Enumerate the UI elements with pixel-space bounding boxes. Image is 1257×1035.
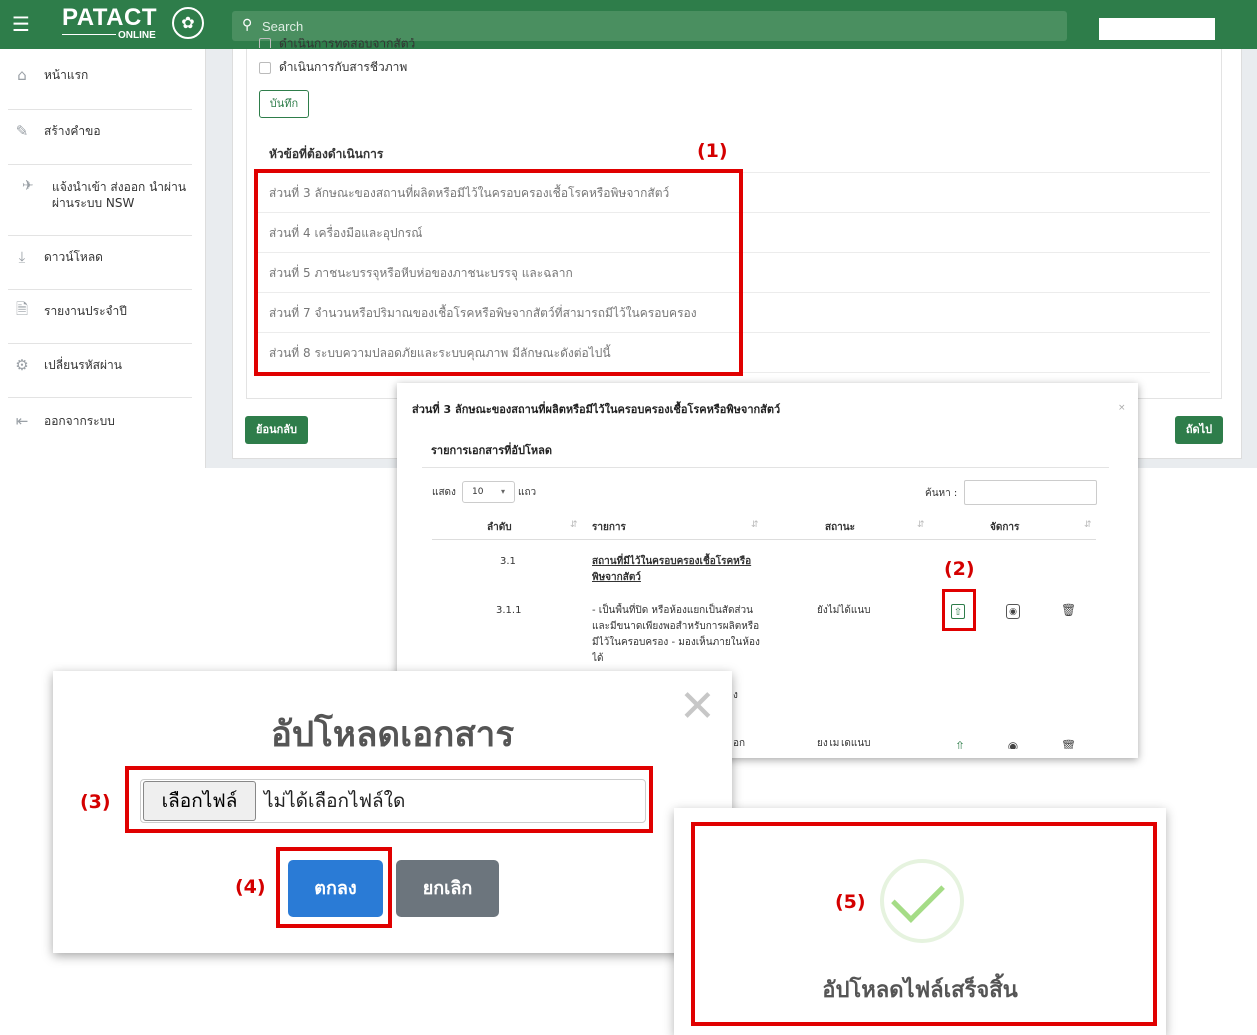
- annotation-label-2: (2): [944, 558, 975, 580]
- sidebar: ⌂ หน้าแรก ✎ สร้างคำขอ ✈ แจ้งนำเข้า ส่งออ…: [0, 49, 206, 468]
- table-cell-partial: ง: [733, 690, 738, 701]
- column-header-item[interactable]: รายการ: [592, 520, 626, 535]
- download-icon: ⤓: [18, 248, 26, 266]
- table-cell-item: - เป็นพื้นที่ปิด หรือห้องแยกเป็นสัดส่วน …: [592, 605, 760, 664]
- gears-icon: ⚙: [15, 356, 29, 374]
- search-icon: ⚲: [242, 17, 253, 33]
- ok-button[interactable]: ตกลง: [288, 860, 383, 917]
- view-eye-icon[interactable]: ◉: [1006, 739, 1020, 749]
- table-cell-status: ยังไม่ได้แนบ: [817, 605, 871, 616]
- app-logo[interactable]: PATACT: [62, 4, 157, 32]
- sidebar-item-label: ดาวน์โหลด: [44, 249, 103, 264]
- checkbox[interactable]: [259, 38, 271, 48]
- sort-icon[interactable]: ⇵: [570, 520, 578, 530]
- no-file-selected-text: ไม่ได้เลือกไฟล์ใด: [264, 790, 406, 812]
- sidebar-divider: [8, 235, 192, 236]
- search-input[interactable]: [262, 15, 1042, 37]
- sort-icon[interactable]: ⇵: [751, 520, 759, 530]
- sort-icon[interactable]: ⇵: [917, 520, 925, 530]
- sidebar-item-change-password[interactable]: ⚙ เปลี่ยนรหัสผ่าน: [0, 353, 206, 377]
- sidebar-item-label: ออกจากระบบ: [44, 413, 115, 428]
- view-eye-icon[interactable]: ◉: [1006, 604, 1020, 619]
- annotation-label-4: (4): [235, 876, 266, 898]
- annotation-label-5: (5): [835, 891, 866, 913]
- sidebar-divider: [8, 397, 192, 398]
- sidebar-item-nsw[interactable]: ✈ แจ้งนำเข้า ส่งออก นำผ่าน ผ่านระบบ NSW: [0, 177, 206, 213]
- sidebar-item-logout[interactable]: ⇤ ออกจากระบบ: [0, 409, 206, 433]
- sidebar-item-label: เปลี่ยนรหัสผ่าน: [44, 357, 122, 372]
- sidebar-item-label: หน้าแรก: [44, 67, 89, 82]
- user-name-box[interactable]: [1099, 18, 1215, 40]
- topic-link-part-3[interactable]: ส่วนที่ 3 ลักษณะของสถานที่ผลิตหรือมีไว้ใ…: [258, 173, 1210, 213]
- checkbox-partial-row[interactable]: ดำเนินการทดสอบจากสัตว์: [259, 38, 415, 48]
- sidebar-item-download[interactable]: ⤓ ดาวน์โหลด: [0, 245, 206, 269]
- close-icon[interactable]: ×: [1118, 403, 1126, 413]
- hamburger-icon[interactable]: ☰: [12, 14, 30, 34]
- sidebar-item-create-request[interactable]: ✎ สร้างคำขอ: [0, 119, 206, 143]
- table-cell-no: 3.1: [500, 556, 516, 567]
- topics-heading: หัวข้อที่ต้องดำเนินการ: [269, 147, 384, 161]
- uploaded-documents-heading: รายการเอกสารที่อัปโหลด: [431, 444, 552, 457]
- logo-underline: [62, 34, 116, 35]
- next-button[interactable]: ถัดไป: [1175, 416, 1223, 444]
- logo-subtitle: ONLINE: [118, 30, 156, 41]
- cancel-button[interactable]: ยกเลิก: [396, 860, 499, 917]
- search-label: ค้นหา :: [925, 488, 958, 499]
- pencil-icon: ✎: [15, 122, 29, 140]
- sidebar-divider: [8, 343, 192, 344]
- topic-link-part-8[interactable]: ส่วนที่ 8 ระบบความปลอดภัยและระบบคุณภาพ ม…: [258, 333, 1210, 373]
- table-search-input[interactable]: [964, 480, 1097, 505]
- top-navbar: ☰ PATACT ONLINE ✿ ⚲: [0, 0, 1257, 49]
- column-header-no[interactable]: ลำดับ: [487, 520, 512, 535]
- divider: [422, 467, 1109, 468]
- home-icon: ⌂: [17, 66, 27, 84]
- table-cell-item-link[interactable]: สถานที่มีไว้ในครอบครองเชื้อโรคหรือพิษจาก…: [592, 554, 752, 586]
- sidebar-item-label: สร้างคำขอ: [44, 123, 101, 138]
- sidebar-item-home[interactable]: ⌂ หน้าแรก: [0, 63, 206, 87]
- sidebar-item-label: รายงานประจำปี: [44, 303, 127, 318]
- annotation-label-3: (3): [80, 791, 111, 813]
- rows-label: แถว: [518, 487, 537, 498]
- sidebar-divider: [8, 164, 192, 165]
- column-header-actions[interactable]: จัดการ: [990, 520, 1019, 535]
- topic-link-part-5[interactable]: ส่วนที่ 5 ภาชนะบรรจุหรือหีบห่อของภาชนะบร…: [258, 253, 1210, 293]
- modal-title: ส่วนที่ 3 ลักษณะของสถานที่ผลิตหรือมีไว้ใ…: [412, 403, 781, 416]
- search-bar[interactable]: ⚲: [232, 11, 1067, 41]
- trash-icon[interactable]: 🗑: [1061, 603, 1076, 618]
- table-cell-partial: อก: [733, 740, 746, 749]
- close-icon[interactable]: ✕: [679, 685, 716, 729]
- caret-down-icon: ▾: [500, 487, 505, 496]
- annotation-label-1: (1): [697, 140, 728, 162]
- page-size-value: 10: [472, 487, 484, 497]
- show-label: แสดง: [432, 487, 456, 498]
- column-header-status[interactable]: สถานะ: [825, 520, 855, 535]
- success-message: อัปโหลดไฟล์เสร็จสิ้น: [822, 978, 1018, 1003]
- checkbox-label: ดำเนินการกับสารชีวภาพ: [279, 60, 408, 74]
- table-cell-no: 3.1.1: [496, 605, 522, 616]
- file-icon: 🗎: [15, 299, 29, 318]
- logout-icon: ⇤: [15, 412, 29, 430]
- sort-icon[interactable]: ⇵: [1084, 520, 1092, 530]
- sidebar-item-label: แจ้งนำเข้า ส่งออก นำผ่าน ผ่านระบบ NSW: [52, 180, 187, 210]
- page-size-select[interactable]: 10 ▾: [462, 481, 515, 503]
- upload-file-icon[interactable]: ⇧: [953, 739, 967, 749]
- back-button[interactable]: ย้อนกลับ: [245, 416, 308, 444]
- topic-link-part-4[interactable]: ส่วนที่ 4 เครื่องมือและอุปกรณ์: [258, 213, 1210, 253]
- emblem-icon: ✿: [172, 7, 204, 39]
- sidebar-item-annual-report[interactable]: 🗎 รายงานประจำปี: [0, 299, 206, 323]
- choose-file-button[interactable]: เลือกไฟล์: [143, 781, 256, 821]
- sidebar-divider: [8, 289, 192, 290]
- upload-file-icon[interactable]: ⇧: [951, 604, 965, 619]
- checkbox-row[interactable]: ดำเนินการกับสารชีวภาพ: [259, 58, 407, 77]
- table-cell-status: ยังไม่ได้แนบ: [817, 740, 871, 749]
- sidebar-divider: [8, 109, 192, 110]
- table-header-divider: [432, 539, 1096, 540]
- checkbox-label: ดำเนินการทดสอบจากสัตว์: [279, 38, 416, 48]
- save-button[interactable]: บันทึก: [259, 90, 309, 118]
- trash-icon[interactable]: 🗑: [1061, 739, 1075, 749]
- dialog-title: อัปโหลดเอกสาร: [270, 715, 515, 755]
- checkbox[interactable]: [259, 61, 271, 74]
- topic-link-part-7[interactable]: ส่วนที่ 7 จำนวนหรือปริมาณของเชื้อโรคหรือ…: [258, 293, 1210, 333]
